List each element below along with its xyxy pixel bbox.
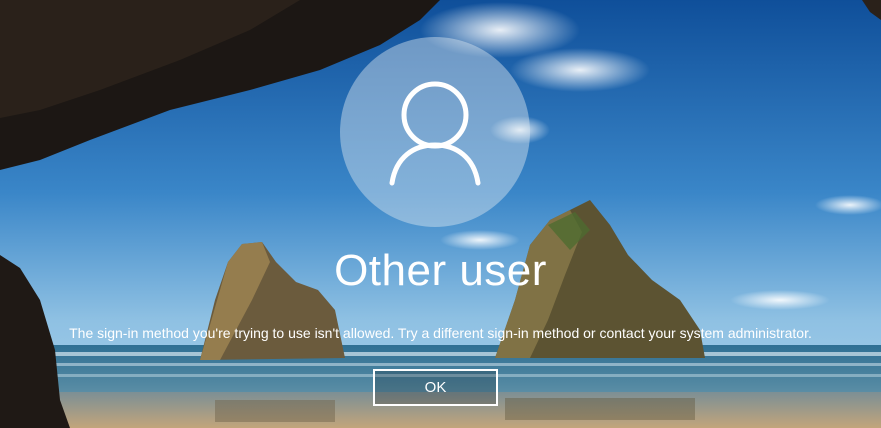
user-avatar <box>340 37 530 227</box>
sign-in-error-message: The sign-in method you're trying to use … <box>69 325 812 341</box>
user-name: Other user <box>334 246 547 295</box>
ok-button[interactable]: OK <box>373 369 498 406</box>
user-silhouette-icon <box>389 81 481 186</box>
